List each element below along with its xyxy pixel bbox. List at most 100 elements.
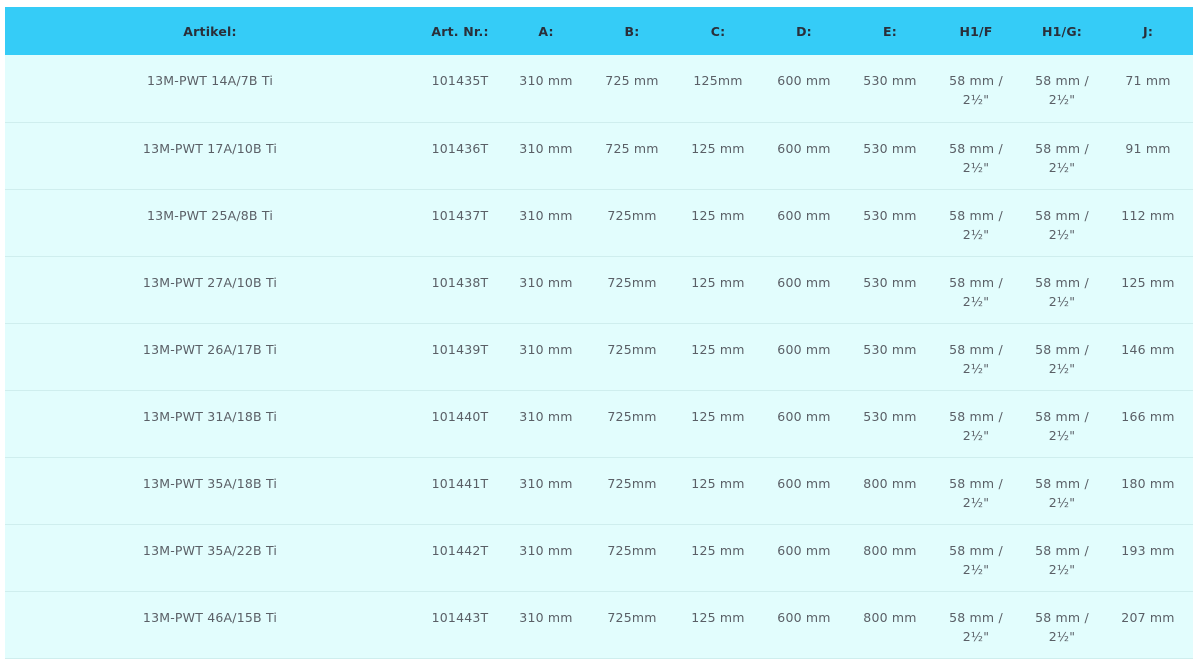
cell-b: 725 mm bbox=[605, 73, 659, 88]
header-c: C: bbox=[710, 23, 726, 39]
cell-h1g: 58 mm / 2½" bbox=[1021, 55, 1103, 122]
cell-h1f-line-1: 58 mm / bbox=[949, 274, 1003, 290]
cell-j: 180 mm bbox=[1121, 475, 1175, 491]
cell-j: 193 mm bbox=[1121, 542, 1175, 558]
cell-h1f-line-1: 58 mm / bbox=[949, 341, 1003, 357]
cell-h1g-line-2: 2½" bbox=[1048, 159, 1076, 175]
cell-d: 600 mm bbox=[777, 274, 831, 290]
table-row: 13M-PWT 26A/17B Ti 101439T 310 mm 725mm 125 … bbox=[5, 323, 1193, 390]
cell-d: 600 mm bbox=[777, 73, 831, 88]
cell-h1f-line-2: 2½" bbox=[962, 360, 990, 376]
cell-h1g-line-2: 2½" bbox=[1048, 293, 1076, 309]
cell-h1f-line-2: 2½" bbox=[962, 293, 990, 309]
cell-h1g: 58 mm / 2½" bbox=[1021, 591, 1103, 658]
cell-art-nr: 101441T bbox=[431, 475, 489, 491]
cell-b: 725mm bbox=[607, 341, 657, 357]
cell-h1g-line-2: 2½" bbox=[1048, 226, 1076, 242]
cell-d: 600 mm bbox=[777, 475, 831, 491]
cell-h1f: 58 mm / 2½" bbox=[931, 189, 1021, 256]
cell-d: 600 mm bbox=[777, 609, 831, 625]
cell-j: 166 mm bbox=[1121, 408, 1175, 424]
cell-h1f-line-1: 58 mm / bbox=[949, 408, 1003, 424]
cell-h1f: 58 mm / 2½" bbox=[931, 122, 1021, 189]
product-dimensions-table: Artikel: Art. Nr.: A: B: C: D: E: H1/F H… bbox=[5, 7, 1193, 659]
cell-h1f: 58 mm / 2½" bbox=[931, 591, 1021, 658]
cell-a: 310 mm bbox=[519, 475, 573, 491]
cell-a: 310 mm bbox=[519, 140, 573, 156]
cell-h1g: 58 mm / 2½" bbox=[1021, 323, 1103, 390]
cell-c: 125mm bbox=[693, 73, 743, 88]
cell-h1g-line-1: 58 mm / bbox=[1035, 542, 1089, 558]
cell-h1g: 58 mm / 2½" bbox=[1021, 256, 1103, 323]
cell-artikel: 13M-PWT 26A/17B Ti bbox=[142, 341, 278, 357]
cell-art-nr: 101440T bbox=[431, 408, 489, 424]
cell-h1g-line-1: 58 mm / bbox=[1035, 609, 1089, 625]
cell-j: 91 mm bbox=[1125, 140, 1171, 156]
cell-c: 125 mm bbox=[691, 475, 745, 491]
cell-artikel: 13M-PWT 14A/7B Ti bbox=[146, 73, 273, 88]
cell-h1f-line-2: 2½" bbox=[962, 226, 990, 242]
header-art-nr: Art. Nr.: bbox=[431, 23, 489, 39]
cell-h1f-line-2: 2½" bbox=[962, 92, 990, 107]
cell-h1g: 58 mm / 2½" bbox=[1021, 524, 1103, 591]
cell-a: 310 mm bbox=[519, 73, 573, 88]
header-artikel: Artikel: bbox=[183, 23, 237, 39]
cell-e: 530 mm bbox=[863, 408, 917, 424]
cell-e: 530 mm bbox=[863, 341, 917, 357]
cell-e: 530 mm bbox=[863, 274, 917, 290]
cell-h1g-line-1: 58 mm / bbox=[1035, 341, 1089, 357]
cell-art-nr: 101435T bbox=[431, 73, 489, 88]
cell-h1g-line-1: 58 mm / bbox=[1035, 140, 1089, 156]
table-row: 13M-PWT 14A/7B Ti 101435T 310 mm 725 mm 125m… bbox=[5, 55, 1193, 122]
cell-artikel: 13M-PWT 17A/10B Ti bbox=[142, 140, 278, 156]
cell-h1f: 58 mm / 2½" bbox=[931, 390, 1021, 457]
cell-a: 310 mm bbox=[519, 542, 573, 558]
cell-b: 725mm bbox=[607, 609, 657, 625]
cell-c: 125 mm bbox=[691, 408, 745, 424]
cell-art-nr: 101439T bbox=[431, 341, 489, 357]
cell-h1f-line-1: 58 mm / bbox=[949, 609, 1003, 625]
cell-c: 125 mm bbox=[691, 140, 745, 156]
cell-j: 125 mm bbox=[1121, 274, 1175, 290]
cell-c: 125 mm bbox=[691, 341, 745, 357]
cell-h1g-line-2: 2½" bbox=[1048, 92, 1076, 107]
cell-j: 71 mm bbox=[1125, 73, 1171, 88]
cell-h1f-line-2: 2½" bbox=[962, 561, 990, 577]
cell-h1f: 58 mm / 2½" bbox=[931, 256, 1021, 323]
table-row: 13M-PWT 25A/8B Ti 101437T 310 mm 725mm 125 m… bbox=[5, 189, 1193, 256]
cell-e: 800 mm bbox=[863, 475, 917, 491]
cell-b: 725mm bbox=[607, 408, 657, 424]
cell-a: 310 mm bbox=[519, 408, 573, 424]
cell-h1g-line-2: 2½" bbox=[1048, 494, 1076, 510]
cell-art-nr: 101437T bbox=[431, 207, 489, 223]
cell-h1f: 58 mm / 2½" bbox=[931, 55, 1021, 122]
cell-h1g: 58 mm / 2½" bbox=[1021, 189, 1103, 256]
cell-a: 310 mm bbox=[519, 609, 573, 625]
table-row: 13M-PWT 46A/15B Ti 101443T 310 mm 725mm 125 … bbox=[5, 591, 1193, 658]
cell-h1g-line-2: 2½" bbox=[1048, 427, 1076, 443]
cell-c: 125 mm bbox=[691, 609, 745, 625]
cell-e: 800 mm bbox=[863, 609, 917, 625]
cell-j: 146 mm bbox=[1121, 341, 1175, 357]
cell-h1f-line-2: 2½" bbox=[962, 494, 990, 510]
table-row: 13M-PWT 27A/10B Ti 101438T 310 mm 725mm 125 … bbox=[5, 256, 1193, 323]
cell-j: 112 mm bbox=[1121, 207, 1175, 223]
table-body: 13M-PWT 14A/7B Ti 101435T 310 mm 725 mm 125m… bbox=[5, 55, 1193, 658]
cell-d: 600 mm bbox=[777, 341, 831, 357]
cell-h1g: 58 mm / 2½" bbox=[1021, 457, 1103, 524]
cell-art-nr: 101438T bbox=[431, 274, 489, 290]
table-header-row: Artikel: Art. Nr.: A: B: C: D: E: H1/F H… bbox=[5, 7, 1193, 55]
cell-artikel: 13M-PWT 27A/10B Ti bbox=[142, 274, 278, 290]
header-e: E: bbox=[883, 23, 897, 39]
cell-artikel: 13M-PWT 35A/18B Ti bbox=[142, 475, 278, 491]
cell-e: 800 mm bbox=[863, 542, 917, 558]
table-row: 13M-PWT 35A/18B Ti 101441T 310 mm 725mm 125 … bbox=[5, 457, 1193, 524]
header-d: D: bbox=[796, 23, 812, 39]
cell-artikel: 13M-PWT 35A/22B Ti bbox=[142, 542, 278, 558]
cell-artikel: 13M-PWT 31A/18B Ti bbox=[142, 408, 278, 424]
cell-h1g-line-1: 58 mm / bbox=[1035, 73, 1089, 88]
cell-h1f-line-1: 58 mm / bbox=[949, 475, 1003, 491]
cell-d: 600 mm bbox=[777, 140, 831, 156]
cell-e: 530 mm bbox=[863, 73, 917, 88]
cell-b: 725mm bbox=[607, 542, 657, 558]
